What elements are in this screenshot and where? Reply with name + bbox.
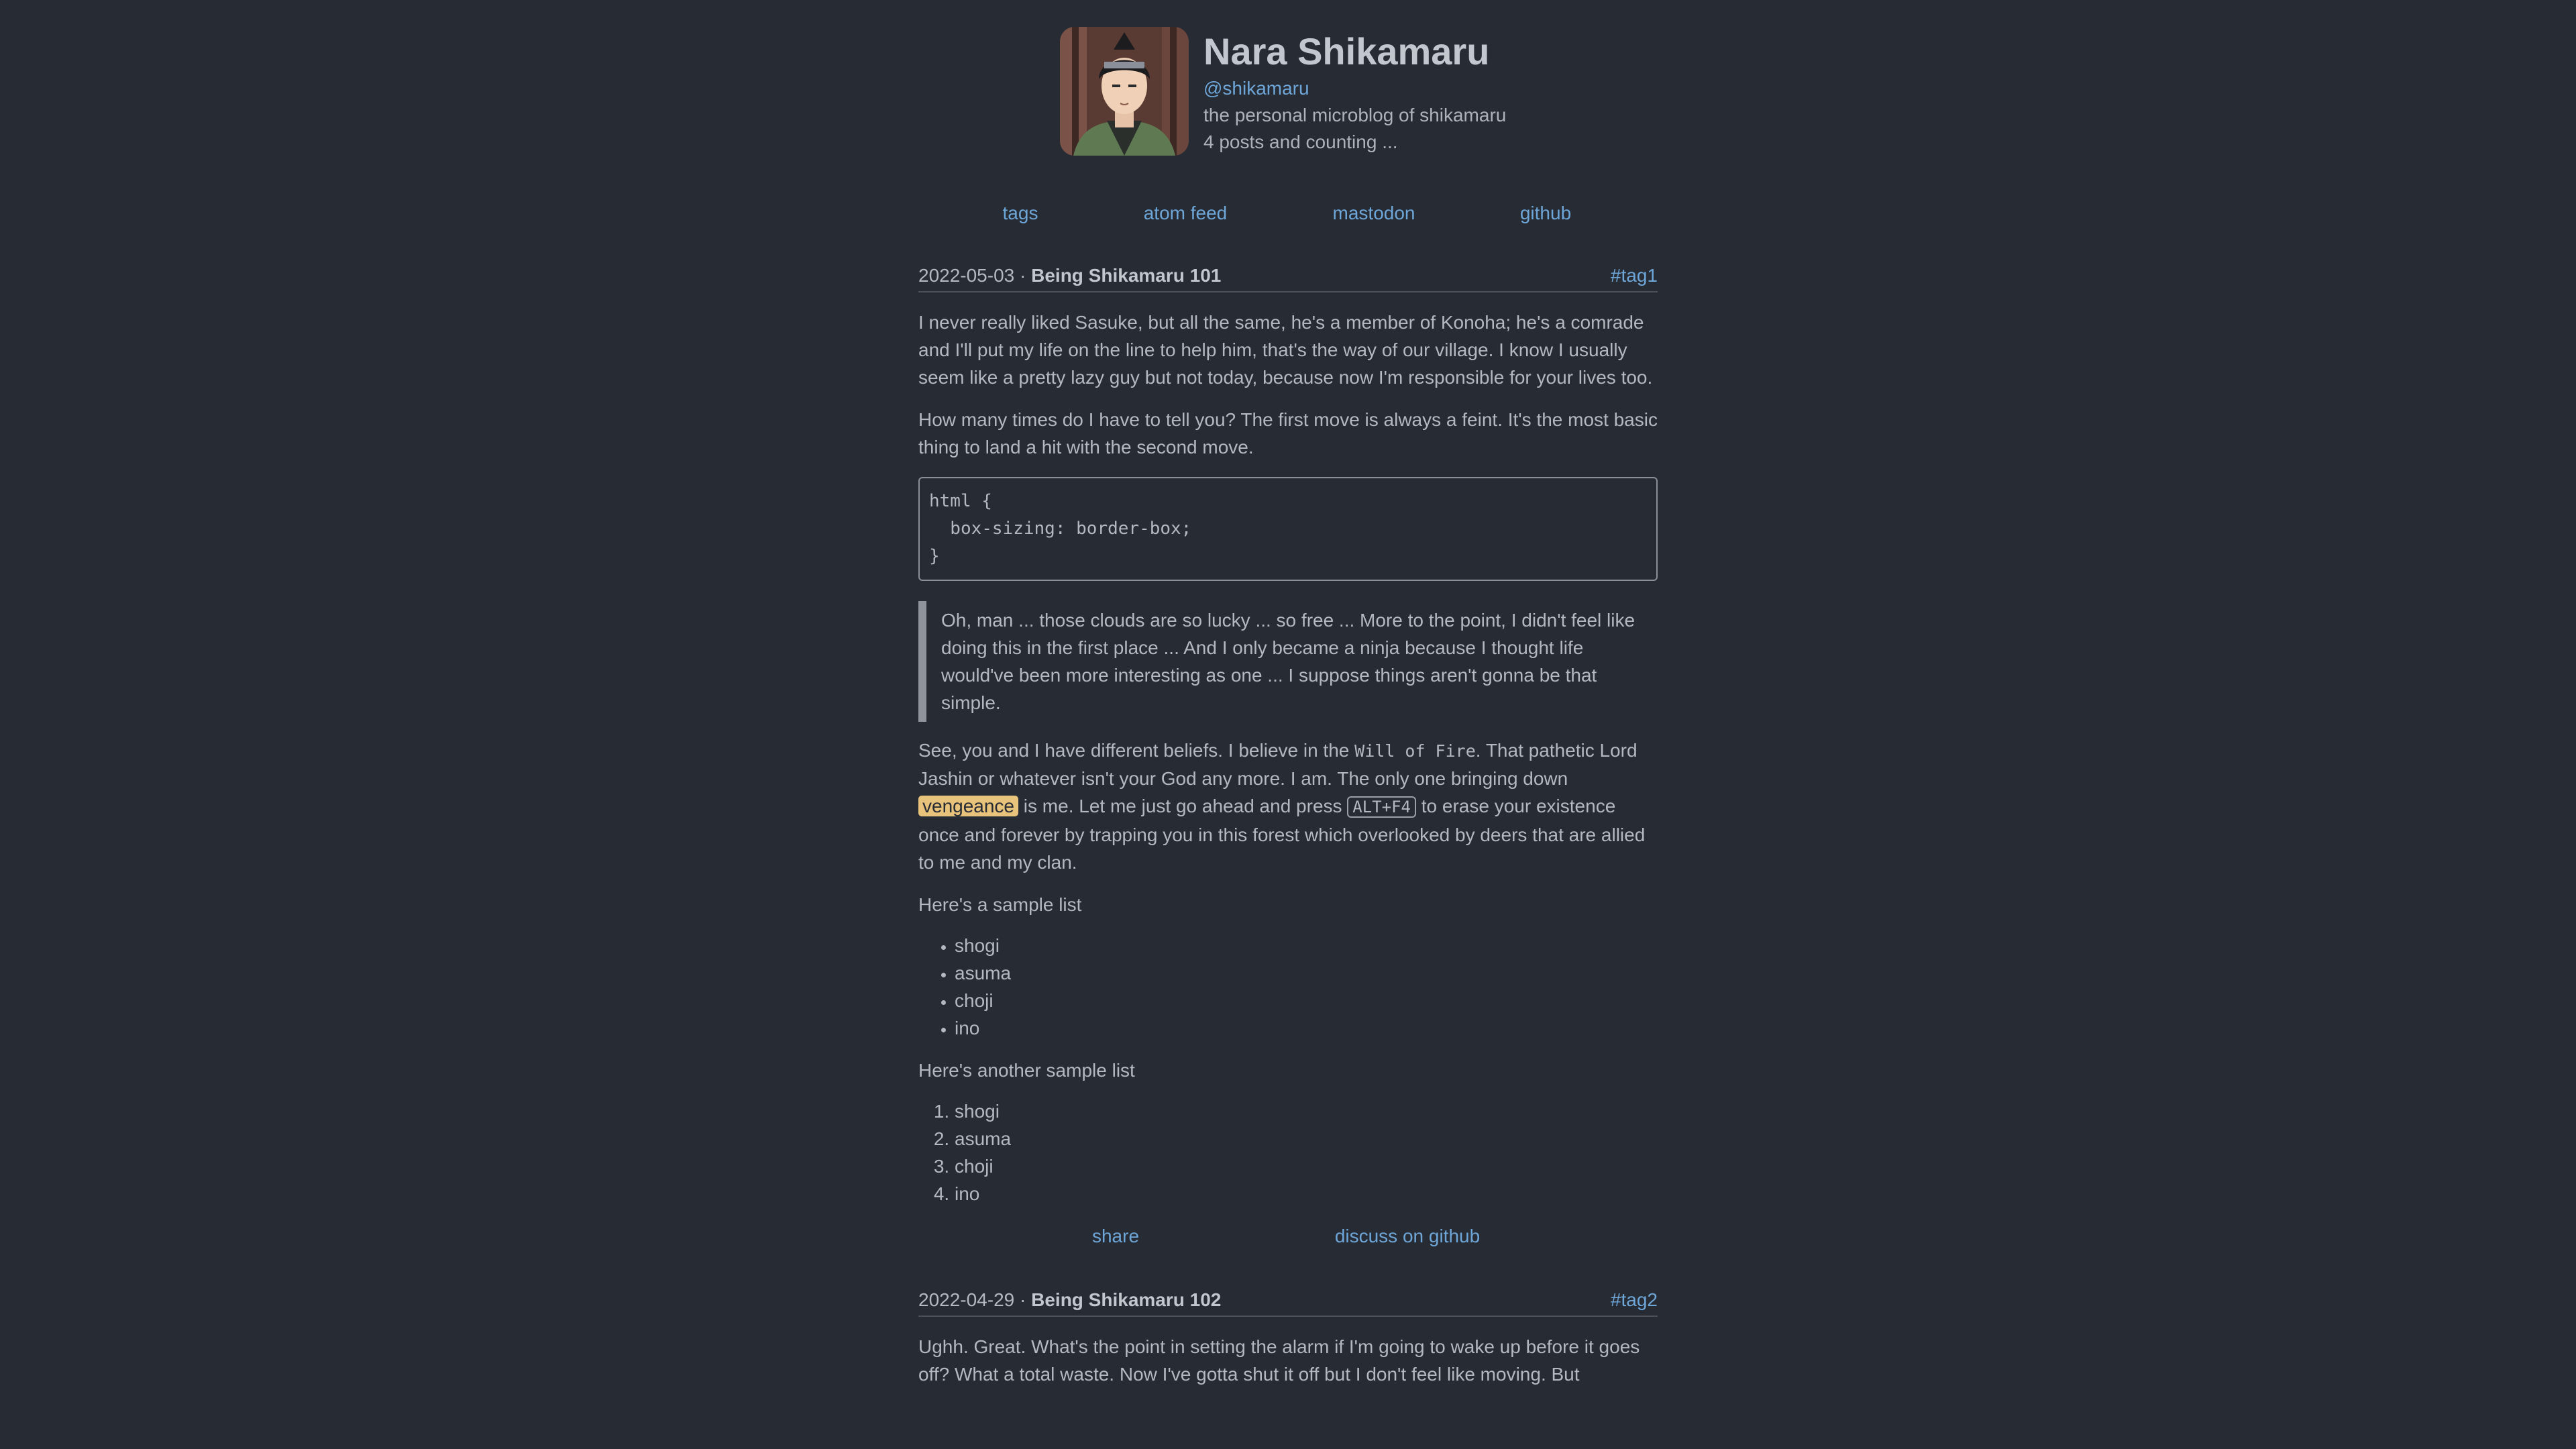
post-actions: share discuss on github bbox=[918, 1222, 1658, 1250]
list-item: ino bbox=[955, 1014, 1658, 1042]
list-item: asuma bbox=[955, 959, 1658, 987]
handle-link[interactable]: @shikamaru bbox=[1203, 75, 1506, 102]
list-item: shogi bbox=[955, 932, 1658, 959]
post-title[interactable]: Being Shikamaru 102 bbox=[1031, 1289, 1221, 1310]
post-date: 2022-04-29 bbox=[918, 1289, 1015, 1310]
list-item: choji bbox=[955, 1152, 1658, 1180]
inline-code: Will of Fire bbox=[1354, 741, 1476, 761]
post-title[interactable]: Being Shikamaru 101 bbox=[1031, 265, 1221, 286]
blockquote: Oh, man ... those clouds are so lucky ..… bbox=[918, 601, 1658, 722]
meta-separator: · bbox=[1020, 1289, 1032, 1310]
nav-mastodon[interactable]: mastodon bbox=[1333, 200, 1415, 227]
site-title: Nara Shikamaru bbox=[1203, 30, 1490, 72]
nav-atom-feed[interactable]: atom feed bbox=[1144, 200, 1228, 227]
post-paragraph: Ughh. Great. What's the point in setting… bbox=[918, 1336, 1640, 1385]
text-fragment: See, you and I have different beliefs. I… bbox=[918, 740, 1355, 761]
nav-github[interactable]: github bbox=[1520, 200, 1571, 227]
share-link[interactable]: share bbox=[1092, 1222, 1139, 1250]
nav-tags[interactable]: tags bbox=[1003, 200, 1038, 227]
post: 2022-05-03 · Being Shikamaru 101 #tag1 I… bbox=[918, 260, 1658, 1250]
discuss-on-github-link[interactable]: discuss on github bbox=[1335, 1222, 1480, 1250]
page: Nara Shikamaru @shikamaru the personal m… bbox=[0, 0, 2576, 1449]
meta-separator: · bbox=[1020, 265, 1032, 286]
post-meta: 2022-04-29 · Being Shikamaru 102 bbox=[918, 1285, 1221, 1316]
post-header: 2022-05-03 · Being Shikamaru 101 #tag1 bbox=[918, 260, 1658, 292]
post-paragraph-rich: See, you and I have different beliefs. I… bbox=[918, 737, 1658, 876]
list-intro: Here's a sample list bbox=[918, 894, 1082, 915]
post-tag-link[interactable]: #tag1 bbox=[1611, 260, 1658, 291]
post-meta: 2022-05-03 · Being Shikamaru 101 bbox=[918, 260, 1221, 291]
highlighted-text: vengeance bbox=[918, 796, 1019, 816]
tagline: the personal microblog of shikamaru bbox=[1203, 105, 1507, 125]
avatar bbox=[1060, 27, 1189, 156]
post-date: 2022-05-03 bbox=[918, 265, 1015, 286]
post-paragraph: I never really liked Sasuke, but all the… bbox=[918, 312, 1653, 388]
numbered-list: shogi asuma choji ino bbox=[918, 1097, 1658, 1208]
post-count: 4 posts and counting ... bbox=[1203, 131, 1398, 152]
post-paragraph: How many times do I have to tell you? Th… bbox=[918, 409, 1658, 458]
post-header: 2022-04-29 · Being Shikamaru 102 #tag2 bbox=[918, 1285, 1658, 1317]
keyboard-shortcut: ALT+F4 bbox=[1347, 796, 1416, 818]
profile-header: Nara Shikamaru @shikamaru the personal m… bbox=[1060, 27, 1506, 156]
avatar-image bbox=[1060, 27, 1189, 156]
post: 2022-04-29 · Being Shikamaru 102 #tag2 U… bbox=[918, 1285, 1658, 1388]
list-intro: Here's another sample list bbox=[918, 1060, 1135, 1081]
profile-text: Nara Shikamaru @shikamaru the personal m… bbox=[1203, 27, 1506, 156]
code-block: html { box-sizing: border-box; } bbox=[918, 477, 1658, 581]
text-fragment: is me. Let me just go ahead and press bbox=[1018, 796, 1348, 816]
post-list: 2022-05-03 · Being Shikamaru 101 #tag1 I… bbox=[918, 260, 1658, 1388]
list-item: ino bbox=[955, 1180, 1658, 1208]
post-tag-link[interactable]: #tag2 bbox=[1611, 1285, 1658, 1316]
main-nav: tags atom feed mastodon github bbox=[0, 200, 2576, 227]
list-item: choji bbox=[955, 987, 1658, 1014]
bullet-list: shogi asuma choji ino bbox=[918, 932, 1658, 1042]
list-item: asuma bbox=[955, 1125, 1658, 1152]
list-item: shogi bbox=[955, 1097, 1658, 1125]
